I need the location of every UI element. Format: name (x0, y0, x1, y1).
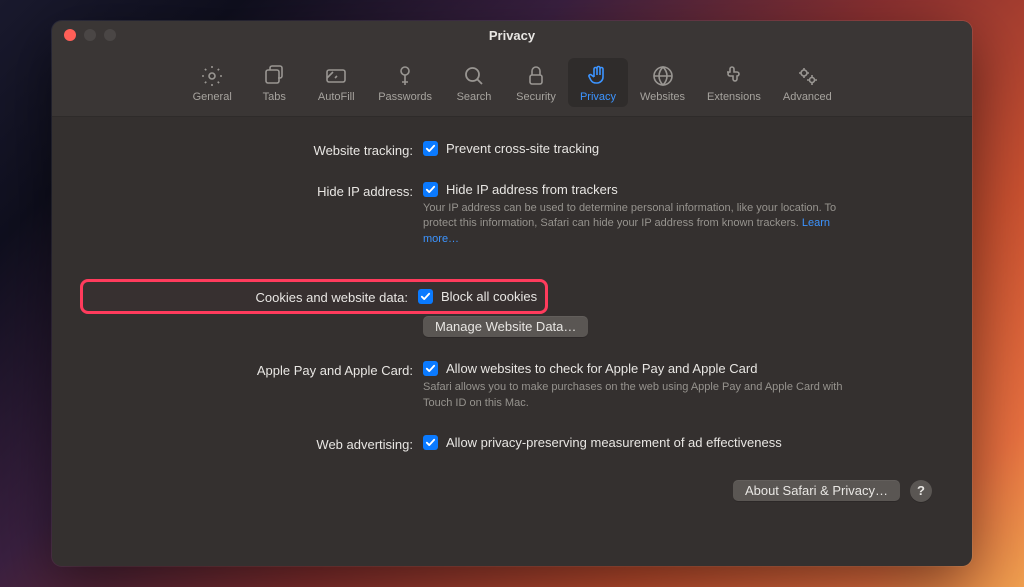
label-website-tracking: Website tracking: (88, 141, 423, 158)
help-button[interactable]: ? (910, 480, 932, 502)
traffic-lights (64, 29, 116, 41)
checkbox-block-cookies[interactable] (418, 289, 433, 304)
key-icon (393, 64, 417, 88)
label-web-advertising: Web advertising: (88, 435, 423, 452)
lock-icon (524, 64, 548, 88)
about-safari-privacy-button[interactable]: About Safari & Privacy… (733, 480, 900, 501)
tab-privacy[interactable]: Privacy (568, 58, 628, 107)
checkbox-hide-ip[interactable] (423, 182, 438, 197)
footer: About Safari & Privacy… ? (88, 480, 936, 502)
tab-websites[interactable]: Websites (630, 58, 695, 107)
checkbox-label-web-advertising: Allow privacy-preserving measurement of … (446, 435, 782, 450)
titlebar: Privacy (52, 21, 972, 49)
label-cookies: Cookies and website data: (91, 288, 418, 305)
checkbox-label-block-cookies: Block all cookies (441, 289, 537, 304)
close-button[interactable] (64, 29, 76, 41)
checkbox-prevent-cross-site[interactable] (423, 141, 438, 156)
row-apple-pay: Apple Pay and Apple Card: Allow websites… (88, 361, 936, 411)
maximize-button[interactable] (104, 29, 116, 41)
tab-tabs[interactable]: Tabs (244, 58, 304, 107)
row-website-tracking: Website tracking: Prevent cross-site tra… (88, 141, 936, 158)
content-pane: Website tracking: Prevent cross-site tra… (52, 117, 972, 566)
hand-icon (586, 64, 610, 88)
tab-autofill[interactable]: AutoFill (306, 58, 366, 107)
puzzle-icon (722, 64, 746, 88)
preferences-window: Privacy General Tabs AutoFill Passwords (52, 21, 972, 566)
tab-extensions[interactable]: Extensions (697, 58, 771, 107)
row-web-advertising: Web advertising: Allow privacy-preservin… (88, 435, 936, 452)
checkbox-label-prevent-cross-site: Prevent cross-site tracking (446, 141, 599, 156)
tab-general[interactable]: General (182, 58, 242, 107)
manage-website-data-button[interactable]: Manage Website Data… (423, 316, 588, 337)
desc-apple-pay: Safari allows you to make purchases on t… (423, 380, 863, 411)
desc-hide-ip: Your IP address can be used to determine… (423, 201, 863, 247)
checkbox-web-advertising[interactable] (423, 435, 438, 450)
tab-search[interactable]: Search (444, 58, 504, 107)
search-icon (462, 64, 486, 88)
tab-advanced[interactable]: Advanced (773, 58, 842, 107)
autofill-icon (324, 64, 348, 88)
window-title: Privacy (489, 28, 535, 43)
tab-passwords[interactable]: Passwords (368, 58, 442, 107)
globe-icon (651, 64, 675, 88)
highlight-cookies: Cookies and website data: Block all cook… (80, 279, 548, 314)
gears-icon (795, 64, 819, 88)
gear-icon (200, 64, 224, 88)
tab-security[interactable]: Security (506, 58, 566, 107)
label-hide-ip: Hide IP address: (88, 182, 423, 199)
checkbox-label-apple-pay: Allow websites to check for Apple Pay an… (446, 361, 757, 376)
row-hide-ip: Hide IP address: Hide IP address from tr… (88, 182, 936, 247)
minimize-button[interactable] (84, 29, 96, 41)
toolbar: General Tabs AutoFill Passwords Search (52, 49, 972, 117)
label-apple-pay: Apple Pay and Apple Card: (88, 361, 423, 378)
checkbox-label-hide-ip: Hide IP address from trackers (446, 182, 618, 197)
checkbox-apple-pay[interactable] (423, 361, 438, 376)
tabs-icon (262, 64, 286, 88)
